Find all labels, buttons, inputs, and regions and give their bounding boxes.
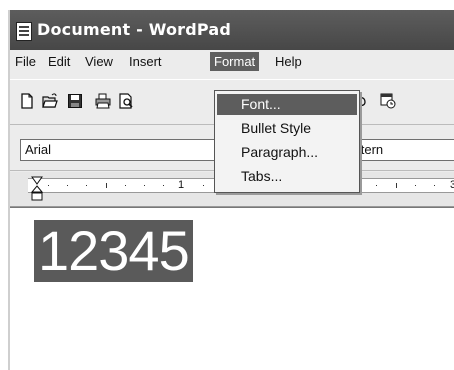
menu-insert[interactable]: Insert (129, 54, 162, 69)
selected-text[interactable]: 12345 (34, 220, 193, 282)
menu-help[interactable]: Help (275, 54, 302, 69)
menu-format[interactable]: Format (210, 52, 260, 71)
wordpad-app-icon[interactable] (16, 22, 32, 41)
document-area[interactable]: 12345 (10, 207, 454, 370)
format-menu-dropdown: Font... Bullet Style Paragraph... Tabs..… (214, 90, 360, 193)
menu-view[interactable]: View (85, 54, 113, 69)
menu-bar: File Edit View Insert Format Help (10, 50, 454, 75)
save-disk-icon[interactable] (67, 93, 83, 109)
menu-item-bullet-style[interactable]: Bullet Style (217, 118, 357, 139)
print-preview-icon[interactable] (118, 93, 134, 109)
open-folder-icon[interactable] (42, 93, 58, 109)
menu-item-font-label: Font... (241, 96, 281, 112)
menu-file[interactable]: File (15, 54, 36, 69)
wordpad-window: Document - WordPad File Edit View Insert… (8, 10, 454, 370)
menu-item-font[interactable]: Font... (217, 94, 357, 115)
window-title: Document - WordPad (37, 20, 232, 39)
indent-marker-icon[interactable] (31, 176, 43, 204)
print-icon[interactable] (95, 93, 111, 109)
ruler-label-1: 1 (178, 179, 185, 191)
new-document-icon[interactable] (19, 93, 35, 109)
menu-edit[interactable]: Edit (48, 54, 70, 69)
menu-item-tabs[interactable]: Tabs... (217, 166, 357, 187)
menu-item-paragraph-label: Paragraph... (241, 144, 319, 160)
menu-item-tabs-label: Tabs... (241, 168, 283, 184)
insert-date-time-icon[interactable] (380, 93, 396, 109)
ruler-label-3: 3 (450, 179, 454, 191)
font-name-value: Arial (25, 142, 52, 157)
menu-item-bullet-style-label: Bullet Style (241, 120, 312, 136)
menu-item-paragraph[interactable]: Paragraph... (217, 142, 357, 163)
title-bar[interactable]: Document - WordPad (10, 10, 454, 50)
